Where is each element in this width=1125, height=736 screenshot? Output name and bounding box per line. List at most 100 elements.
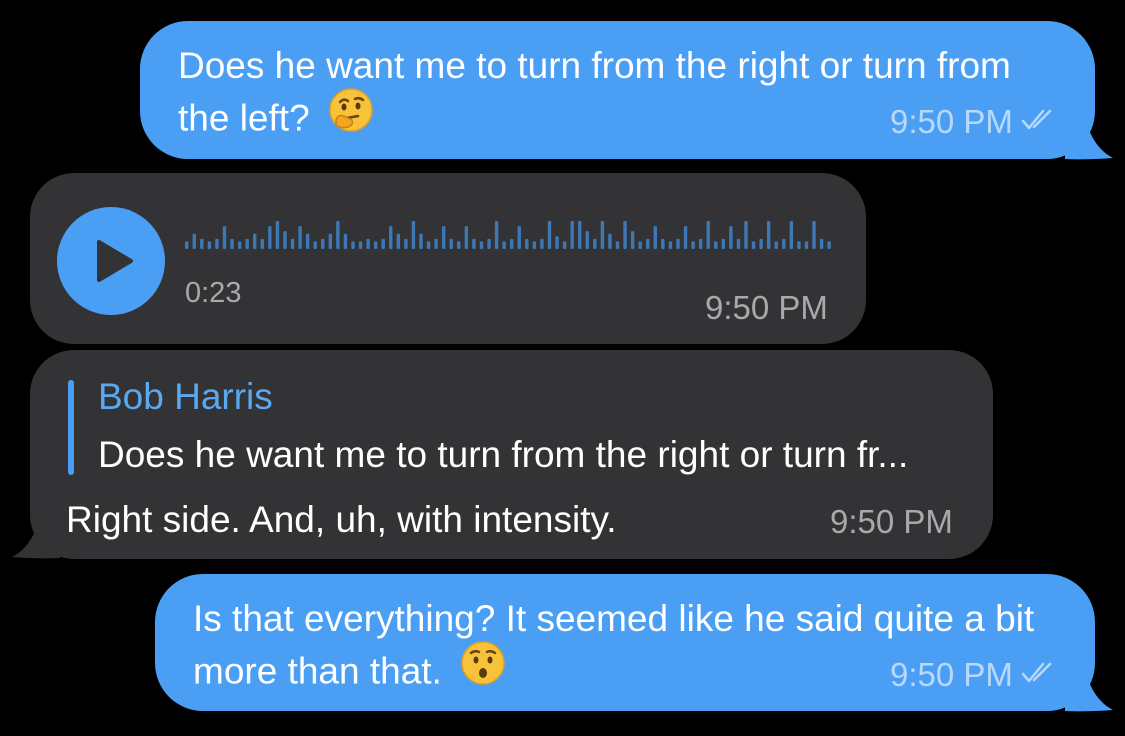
waveform-bar xyxy=(487,238,491,249)
message-text-line: more than that. xyxy=(193,641,506,703)
play-icon xyxy=(97,240,133,282)
message-text-line: the left? xyxy=(178,88,374,150)
thinking-face-emoji-icon xyxy=(328,87,374,146)
play-button[interactable] xyxy=(57,207,165,315)
waveform-bar xyxy=(676,238,680,249)
waveform-bar xyxy=(343,233,348,249)
waveform-bar xyxy=(744,221,748,249)
waveform-bar xyxy=(457,241,461,249)
waveform-bar xyxy=(321,238,325,249)
waveform-bar xyxy=(532,241,537,249)
waveform-bar xyxy=(668,241,673,249)
waveform-bar xyxy=(706,221,710,249)
waveform-bar xyxy=(313,241,317,249)
waveform-bar xyxy=(373,241,378,249)
voice-waveform[interactable] xyxy=(185,211,835,249)
waveform-bar xyxy=(517,226,521,249)
waveform-bar xyxy=(472,238,476,249)
waveform-bar xyxy=(759,238,763,249)
waveform-bar xyxy=(351,241,355,249)
waveform-bar xyxy=(298,226,302,249)
waveform-bar xyxy=(600,221,605,249)
waveform-bar xyxy=(774,241,778,249)
waveform-bar xyxy=(525,238,529,249)
waveform-bar xyxy=(358,241,363,249)
bubble-tail xyxy=(12,517,60,559)
waveform-bar xyxy=(479,241,484,249)
waveform-bar xyxy=(562,241,567,249)
waveform-bar xyxy=(691,241,695,249)
waveform-bar xyxy=(608,233,612,249)
waveform-bar xyxy=(510,238,514,249)
waveform-bar xyxy=(222,226,227,249)
bubble-tail xyxy=(1065,670,1113,712)
message-meta: 9:50 PM xyxy=(830,503,953,541)
waveform-bar xyxy=(215,238,219,249)
waveform-bar xyxy=(819,238,824,249)
waveform-bar xyxy=(366,238,370,249)
waveform-bar xyxy=(237,241,242,249)
waveform-bar xyxy=(714,241,718,249)
message-text-line: more than that. xyxy=(193,650,442,692)
waveform-bar xyxy=(623,221,627,249)
reply-quote-bar xyxy=(68,380,74,475)
waveform-bar xyxy=(434,238,438,249)
waveform-bar xyxy=(729,226,733,249)
incoming-reply-message-bubble[interactable]: Bob Harris Does he want me to turn from … xyxy=(30,350,993,559)
waveform-bar xyxy=(411,221,416,249)
waveform-bar xyxy=(245,238,249,249)
waveform-bar xyxy=(441,226,446,249)
message-text-line: the left? xyxy=(178,97,310,139)
waveform-bar xyxy=(419,233,423,249)
waveform-bar xyxy=(396,233,401,249)
waveform-bar xyxy=(185,241,189,249)
waveform-bar xyxy=(570,221,574,249)
waveform-bar xyxy=(426,241,431,249)
message-text-line: Does he want me to turn from the right o… xyxy=(178,45,1011,86)
waveform-bar xyxy=(797,241,801,249)
waveform-bar xyxy=(389,226,393,249)
waveform-bar xyxy=(230,238,234,249)
waveform-bar xyxy=(593,238,597,249)
waveform-bar xyxy=(200,238,204,249)
double-check-read-icon xyxy=(1019,103,1059,141)
bubble-tail xyxy=(1065,118,1113,160)
waveform-bar xyxy=(305,233,310,249)
waveform-bar xyxy=(328,233,332,249)
message-timestamp: 9:50 PM xyxy=(890,103,1013,140)
waveform-bar xyxy=(630,231,635,249)
waveform-bar xyxy=(268,226,272,249)
waveform-bar xyxy=(653,226,657,249)
waveform-bar xyxy=(766,221,771,249)
waveform-bar xyxy=(336,221,340,249)
waveform-bar xyxy=(283,231,287,249)
waveform-bar xyxy=(827,241,831,249)
waveform-bar xyxy=(721,238,726,249)
waveform-bar xyxy=(698,238,703,249)
outgoing-message-bubble[interactable]: Does he want me to turn from the right o… xyxy=(140,21,1095,159)
waveform-bar xyxy=(646,238,650,249)
message-meta: 9:50 PM xyxy=(890,103,1059,141)
waveform-bar xyxy=(782,238,786,249)
waveform-bar xyxy=(260,238,264,249)
hushed-face-emoji-icon xyxy=(460,640,506,699)
waveform-bar xyxy=(812,221,816,249)
waveform-bar xyxy=(449,238,453,249)
waveform-bar xyxy=(381,238,385,249)
waveform-bar xyxy=(494,221,499,249)
message-text-line: Is that everything? It seemed like he sa… xyxy=(193,598,1035,639)
waveform-bar xyxy=(502,241,506,249)
waveform-bar xyxy=(207,241,212,249)
outgoing-message-bubble[interactable]: Is that everything? It seemed like he sa… xyxy=(155,574,1095,711)
message-timestamp: 9:50 PM xyxy=(705,289,828,326)
waveform-bar xyxy=(804,241,809,249)
waveform-bar xyxy=(464,226,469,249)
reply-quote-sender[interactable]: Bob Harris xyxy=(98,376,273,418)
waveform-bar xyxy=(615,241,620,249)
waveform-bar xyxy=(192,233,196,249)
voice-duration: 0:23 xyxy=(185,277,242,309)
incoming-voice-message-bubble: 0:23 9:50 PM xyxy=(30,173,866,344)
reply-quote-text[interactable]: Does he want me to turn from the right o… xyxy=(98,434,908,476)
waveform-bar xyxy=(751,241,756,249)
waveform-bar xyxy=(683,226,688,249)
